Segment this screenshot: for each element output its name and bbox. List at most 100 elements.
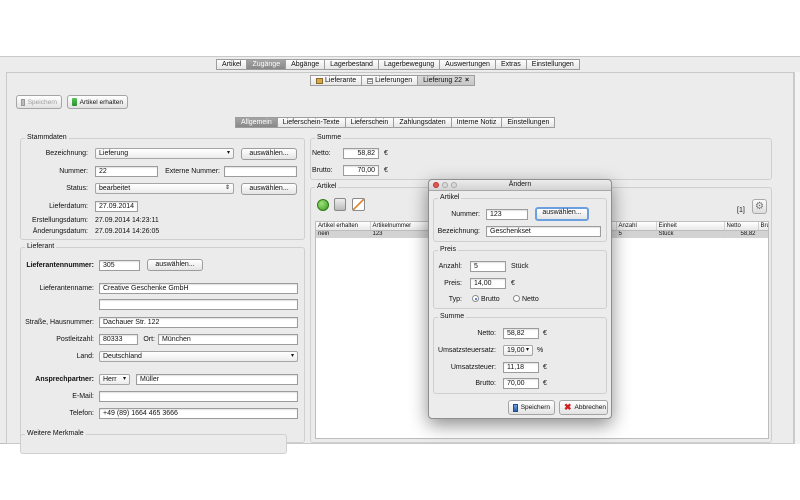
tab-interne-notiz[interactable]: Interne Notiz [451,117,503,128]
summe-brutto-currency: € [384,167,388,174]
tab-lieferschein[interactable]: Lieferschein [345,117,395,128]
tab-lieferschein-texte[interactable]: Lieferschein-Texte [277,117,346,128]
updown-arrows-icon: ⇕ [224,185,230,191]
tab-abgaenge[interactable]: Abgänge [286,59,326,70]
dialog-nummer-label: Nummer: [451,211,480,218]
nummer-field[interactable]: 22 [95,166,158,177]
telefon-field[interactable]: +49 (89) 1664 465 3666 [99,408,298,419]
receive-articles-button[interactable]: Artikel erhalten [67,95,128,109]
tab-lieferante[interactable]: Lieferante [310,75,363,86]
lieferdatum-field[interactable]: 27.09.2014 [95,201,138,212]
tab-lieferungen[interactable]: Lieferungen [362,75,419,86]
strasse-field[interactable]: Dachauer Str. 122 [99,317,298,328]
lieferantenname-field[interactable]: Creative Geschenke GmbH [99,283,298,294]
bezeichnung-select-button[interactable]: auswählen... [241,148,297,160]
erstellungsdatum-value: 27.09.2014 14:23:11 [95,217,159,224]
tab-lagerbewegung[interactable]: Lagerbewegung [378,59,441,70]
col-artikel-erhalten[interactable]: Artikel erhalten [316,222,371,231]
dialog-netto-currency: € [543,330,547,337]
email-field[interactable] [99,391,298,402]
edit-icon[interactable] [352,198,365,211]
stammdaten-title: Stammdaten [25,134,69,141]
dialog-anzahl-field[interactable]: 5 [470,261,506,272]
dialog-nummer-field[interactable]: 123 [486,209,528,220]
chevron-down-icon: ▾ [525,347,529,353]
tab-lieferante-label: Lieferante [325,76,357,84]
artikel-count: [1] [737,207,745,214]
dialog-artikel-title: Artikel [438,194,462,201]
dialog-netto-field: 58,82 [503,328,539,339]
dialog-cancel-button[interactable]: ✖ Abbrechen [559,400,608,415]
tab-detail-einstellungen[interactable]: Einstellungen [502,117,556,128]
cell-anzahl: 5 [616,230,657,238]
externe-nummer-field[interactable] [224,166,297,177]
add-icon[interactable] [317,199,329,211]
trash-icon[interactable] [334,198,346,211]
lieferantenname-2-field[interactable] [99,299,298,310]
col-netto[interactable]: Netto [724,222,759,231]
dialog-brutto-field: 70,00 [503,378,539,389]
dialog-percent: % [537,347,544,354]
land-value: Deutschland [103,353,142,360]
dialog-netto-label: Netto: [477,330,496,337]
gear-icon[interactable]: ⚙ [752,199,767,214]
ort-field[interactable]: München [158,334,298,345]
status-label: Status: [66,185,88,192]
cell-brutto [758,230,768,238]
dialog-bezeichnung-field[interactable]: Geschenkset [486,226,601,237]
nummer-label: Nummer: [59,168,88,175]
col-einheit[interactable]: Einheit [656,222,725,231]
bezeichnung-value: Lieferung [99,150,129,157]
bezeichnung-select[interactable]: Lieferung ▾ [95,148,234,159]
ansprechpartner-field[interactable]: Müller [136,374,298,385]
lieferantennummer-label: Lieferantennummer: [26,262,94,269]
email-label: E-Mail: [72,393,94,400]
floppy-icon [513,403,518,412]
summe-netto-label: Netto: [312,150,331,157]
chevron-down-icon: ▾ [226,150,230,156]
tab-auswertungen[interactable]: Auswertungen [440,59,496,70]
dialog-select-button[interactable]: auswählen... [535,207,589,221]
tab-zugaenge[interactable]: Zugänge [247,59,287,70]
status-select-button[interactable]: auswählen... [241,183,297,195]
floppy-icon [21,98,25,106]
tab-einstellungen[interactable]: Einstellungen [526,59,580,70]
col-anzahl[interactable]: Anzahl [616,222,657,231]
dialog-preis-field[interactable]: 14,00 [470,278,506,289]
edit-dialog: Ändern Artikel Nummer: 123 auswählen... … [428,179,612,419]
tab-zahlungsdaten[interactable]: Zahlungsdaten [394,117,452,128]
tab-allgemein[interactable]: Allgemein [235,117,278,128]
main-tabbar: Artikel Zugänge Abgänge Lagerbestand Lag… [216,59,580,70]
tab-extras[interactable]: Extras [495,59,527,70]
app-window: Artikel Zugänge Abgänge Lagerbestand Lag… [0,56,800,454]
dialog-save-button[interactable]: Speichern [508,400,555,415]
save-button-label: Speichern [27,98,57,106]
lieferantennummer-field[interactable]: 305 [99,260,140,271]
dialog-ust-satz-label: Umsatzsteuersatz: [438,347,496,354]
aenderungsdatum-label: Änderungsdatum: [32,228,88,235]
lieferdatum-label: Lieferdatum: [49,203,88,210]
ansprechpartner-label: Ansprechpartner: [35,376,94,383]
tab-lieferung-22[interactable]: Lieferung 22 × [418,75,476,86]
scrollbar[interactable] [794,72,800,444]
col-brutto[interactable]: Bru [758,222,768,231]
land-select[interactable]: Deutschland ▾ [99,351,298,362]
close-icon[interactable]: × [465,77,469,85]
anrede-value: Herr [103,376,117,383]
lieferant-select-button[interactable]: auswählen... [147,259,203,271]
tab-lagerbestand[interactable]: Lagerbestand [325,59,379,70]
anrede-select[interactable]: Herr ▾ [99,374,130,385]
radio-netto[interactable] [513,295,520,302]
summe-brutto-label: Brutto: [312,167,333,174]
dialog-brutto-currency: € [543,380,547,387]
supplier-icon [316,77,323,84]
status-select[interactable]: bearbeitet ⇕ [95,183,234,194]
radio-brutto[interactable] [472,295,479,302]
dialog-ust-satz-select[interactable]: 19,00 ▾ [503,345,533,356]
chevron-down-icon: ▾ [290,353,294,359]
dialog-save-label: Speichern [520,404,550,411]
aenderungsdatum-value: 27.09.2014 14:26:05 [95,228,160,235]
save-button[interactable]: Speichern [16,95,62,109]
tab-artikel[interactable]: Artikel [216,59,248,70]
plz-field[interactable]: 80333 [99,334,138,345]
